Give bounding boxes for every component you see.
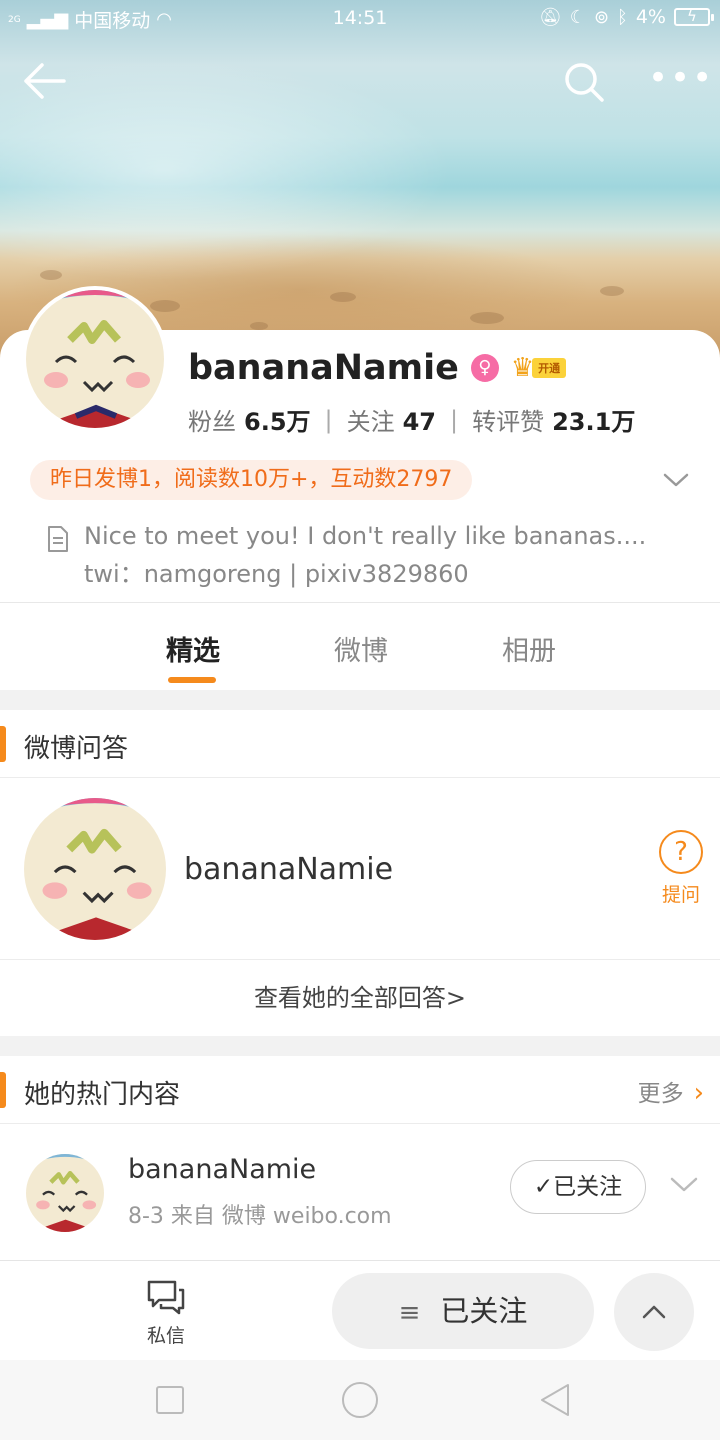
system-navigation-bar [0,1360,720,1440]
chevron-right-icon: › [693,1078,704,1108]
qa-user-name: bananaNamie [184,852,394,887]
profile-stats: 粉丝 6.5万 | 关注 47 | 转评赞 23.1万 [188,402,635,437]
qa-section: 微博问答 bananaNamie ? 提问 查看她的全部回答> [0,710,720,1036]
followed-button[interactable]: ✓已关注 [510,1160,646,1214]
post-options-button[interactable] [668,1168,700,1200]
post-header[interactable]: bananaNamie 8-3 来自 微博 weibo.com ✓已关注 [0,1124,720,1264]
search-icon [565,63,604,102]
qa-user-row[interactable]: bananaNamie ? 提问 [0,778,720,960]
message-label: 私信 [146,1325,185,1347]
bio-line-1: Nice to meet you! I don't really like ba… [84,522,647,550]
hot-content-section: 她的热门内容 更多 › bananaNamie 8-3 来自 微博 weibo.c… [0,1056,720,1260]
see-all-answers-link[interactable]: 查看她的全部回答> [0,960,720,1036]
bottom-action-bar: 私信 ≡ 已关注 [0,1260,720,1360]
question-icon: ? [659,830,703,874]
search-button[interactable] [560,58,612,110]
mute-icon: 🔕︎ [538,6,562,28]
profile-name-row: bananaNamie ♀ ♛ 开通 [188,348,567,388]
post-author[interactable]: bananaNamie [128,1154,316,1185]
avatar-character-image [26,290,164,428]
chevron-down-icon [663,473,689,487]
bio-line-2: twi：namgoreng | pixiv3829860 [84,560,469,588]
system-back-button[interactable] [538,1382,572,1418]
profile-avatar[interactable] [22,286,168,432]
triangle-back-icon [541,1384,569,1416]
tab-weibo[interactable]: 微博 [334,629,388,668]
profile-tabs: 精选 微博 相册 [0,602,720,690]
status-bar: 2G ▂▄▆ 中国移动 ◠ 14:51 🔕︎ ☾ ⊚ ᛒ 4% ϟ [0,0,720,40]
menu-icon: ≡ [398,1298,421,1328]
stat-separator: | [450,405,459,434]
rotation-lock-icon: ⊚ [593,6,610,28]
tab-featured[interactable]: 精选 [166,629,220,668]
top-toolbar: ••• [0,50,720,114]
qa-section-title: 微博问答 [24,734,129,764]
home-button[interactable] [342,1382,378,1418]
more-button[interactable]: ••• [648,58,712,104]
back-arrow-icon [24,63,66,99]
battery-level: 4% [635,6,666,28]
more-icon: ••• [648,58,715,98]
check-icon: ✓ [533,1174,554,1200]
activity-highlight[interactable]: 昨日发博1，阅读数10万+，互动数2797 [30,460,473,500]
expand-profile-button[interactable] [660,464,692,496]
chevron-down-icon [670,1177,698,1192]
chevron-up-icon [642,1305,666,1319]
stat-separator: | [324,405,333,434]
avatar [24,798,166,940]
document-icon [48,526,68,552]
message-icon [147,1280,185,1315]
stat-interactions: 转评赞 23.1万 [472,408,636,436]
vip-badge[interactable]: ♛ 开通 [510,353,567,383]
tab-album[interactable]: 相册 [502,629,556,668]
female-icon: ♀ [470,354,499,382]
active-tab-indicator [168,677,216,683]
scroll-top-button[interactable] [614,1273,694,1351]
more-link[interactable]: 更多 › [638,1074,704,1108]
message-button[interactable]: 私信 [128,1279,204,1349]
bluetooth-icon: ᛒ [617,6,628,28]
profile-name: bananaNamie [188,348,459,388]
qa-section-header: 微博问答 [0,710,720,778]
followed-status-button[interactable]: ≡ 已关注 [332,1273,594,1349]
stat-fans[interactable]: 粉丝 6.5万 [188,402,311,437]
moon-icon: ☾ [569,6,586,28]
hot-section-title: 她的热门内容 [24,1080,181,1110]
ask-label: 提问 [661,884,700,906]
post-meta: 8-3 来自 微博 weibo.com [128,1204,392,1229]
battery-icon: ϟ [674,7,714,26]
hot-section-header: 她的热门内容 更多 › [0,1056,720,1124]
crown-icon: ♛ [510,353,535,383]
back-button[interactable] [20,58,76,104]
recent-apps-button[interactable] [156,1386,184,1414]
avatar[interactable] [26,1154,104,1232]
ask-question-button[interactable]: ? 提问 [650,830,712,914]
stat-following[interactable]: 关注 47 [347,402,436,437]
vip-label: 开通 [532,358,567,378]
